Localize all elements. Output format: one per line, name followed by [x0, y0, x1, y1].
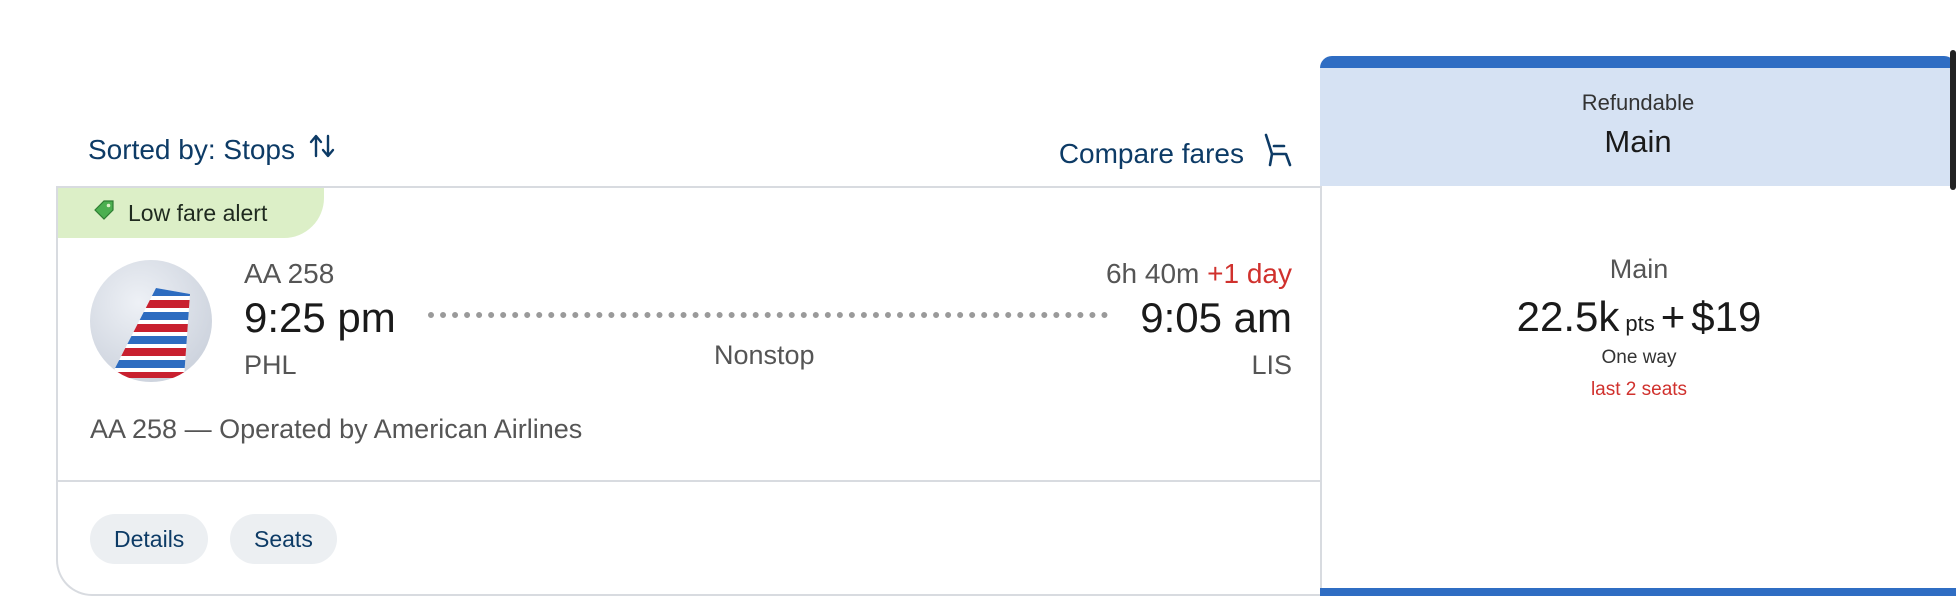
flight-card[interactable]: Low fare alert AA 258 9:25 pm PHL Nonsto… [56, 186, 1322, 596]
trip-type: One way [1601, 347, 1677, 368]
stops-label: Nonstop [714, 340, 815, 370]
day-change-label: +1 day [1207, 258, 1292, 289]
fare-bottom-accent [1320, 588, 1956, 596]
low-fare-alert-badge: Low fare alert [58, 188, 324, 238]
fare-option-main[interactable]: Main 22.5k pts + $19 One way last 2 seat… [1320, 186, 1956, 588]
fare-price: 22.5k pts + $19 [1322, 293, 1956, 341]
low-fare-alert-label: Low fare alert [128, 199, 268, 226]
sort-control[interactable]: Sorted by: Stops [88, 132, 335, 167]
fare-points-unit: pts [1625, 311, 1655, 336]
fare-column-header: Refundable Main [1320, 68, 1956, 186]
fare-header-accent [1320, 56, 1956, 68]
compare-fares-button[interactable]: Compare fares [1059, 132, 1296, 175]
fare-points: 22.5k [1516, 293, 1620, 340]
flight-duration: 6h 40m +1 day [1106, 258, 1292, 290]
american-airlines-logo [90, 260, 212, 382]
departure-time: 9:25 pm [244, 294, 396, 341]
arrival-airport: LIS [1251, 350, 1292, 380]
duration-value: 6h 40m [1105, 258, 1200, 289]
seat-availability: last 2 seats [1590, 379, 1688, 400]
sort-arrows-icon [309, 132, 335, 167]
sort-label: Sorted by: Stops [88, 133, 296, 165]
scroll-edge [1950, 50, 1956, 190]
fare-header-title: Main [1604, 124, 1672, 159]
compare-fares-label: Compare fares [1058, 137, 1244, 169]
route-line [428, 312, 1108, 318]
fare-header-subtitle: Refundable [1581, 90, 1695, 115]
departure-airport: PHL [244, 350, 297, 380]
fare-column-main[interactable]: Refundable Main Main 22.5k pts + $19 One… [1320, 56, 1956, 596]
arrival-time: 9:05 am [1140, 294, 1292, 341]
operated-by-text: AA 258 — Operated by American Airlines [90, 414, 583, 444]
fare-plus: + [1660, 293, 1686, 340]
card-divider [58, 480, 1322, 482]
flight-number: AA 258 [244, 258, 335, 289]
details-button[interactable]: Details [90, 514, 209, 564]
seat-icon [1260, 132, 1296, 175]
fare-cash: $19 [1691, 293, 1762, 340]
price-tag-icon [92, 198, 116, 228]
seats-button[interactable]: Seats [230, 514, 337, 564]
fare-name: Main [1609, 254, 1669, 284]
